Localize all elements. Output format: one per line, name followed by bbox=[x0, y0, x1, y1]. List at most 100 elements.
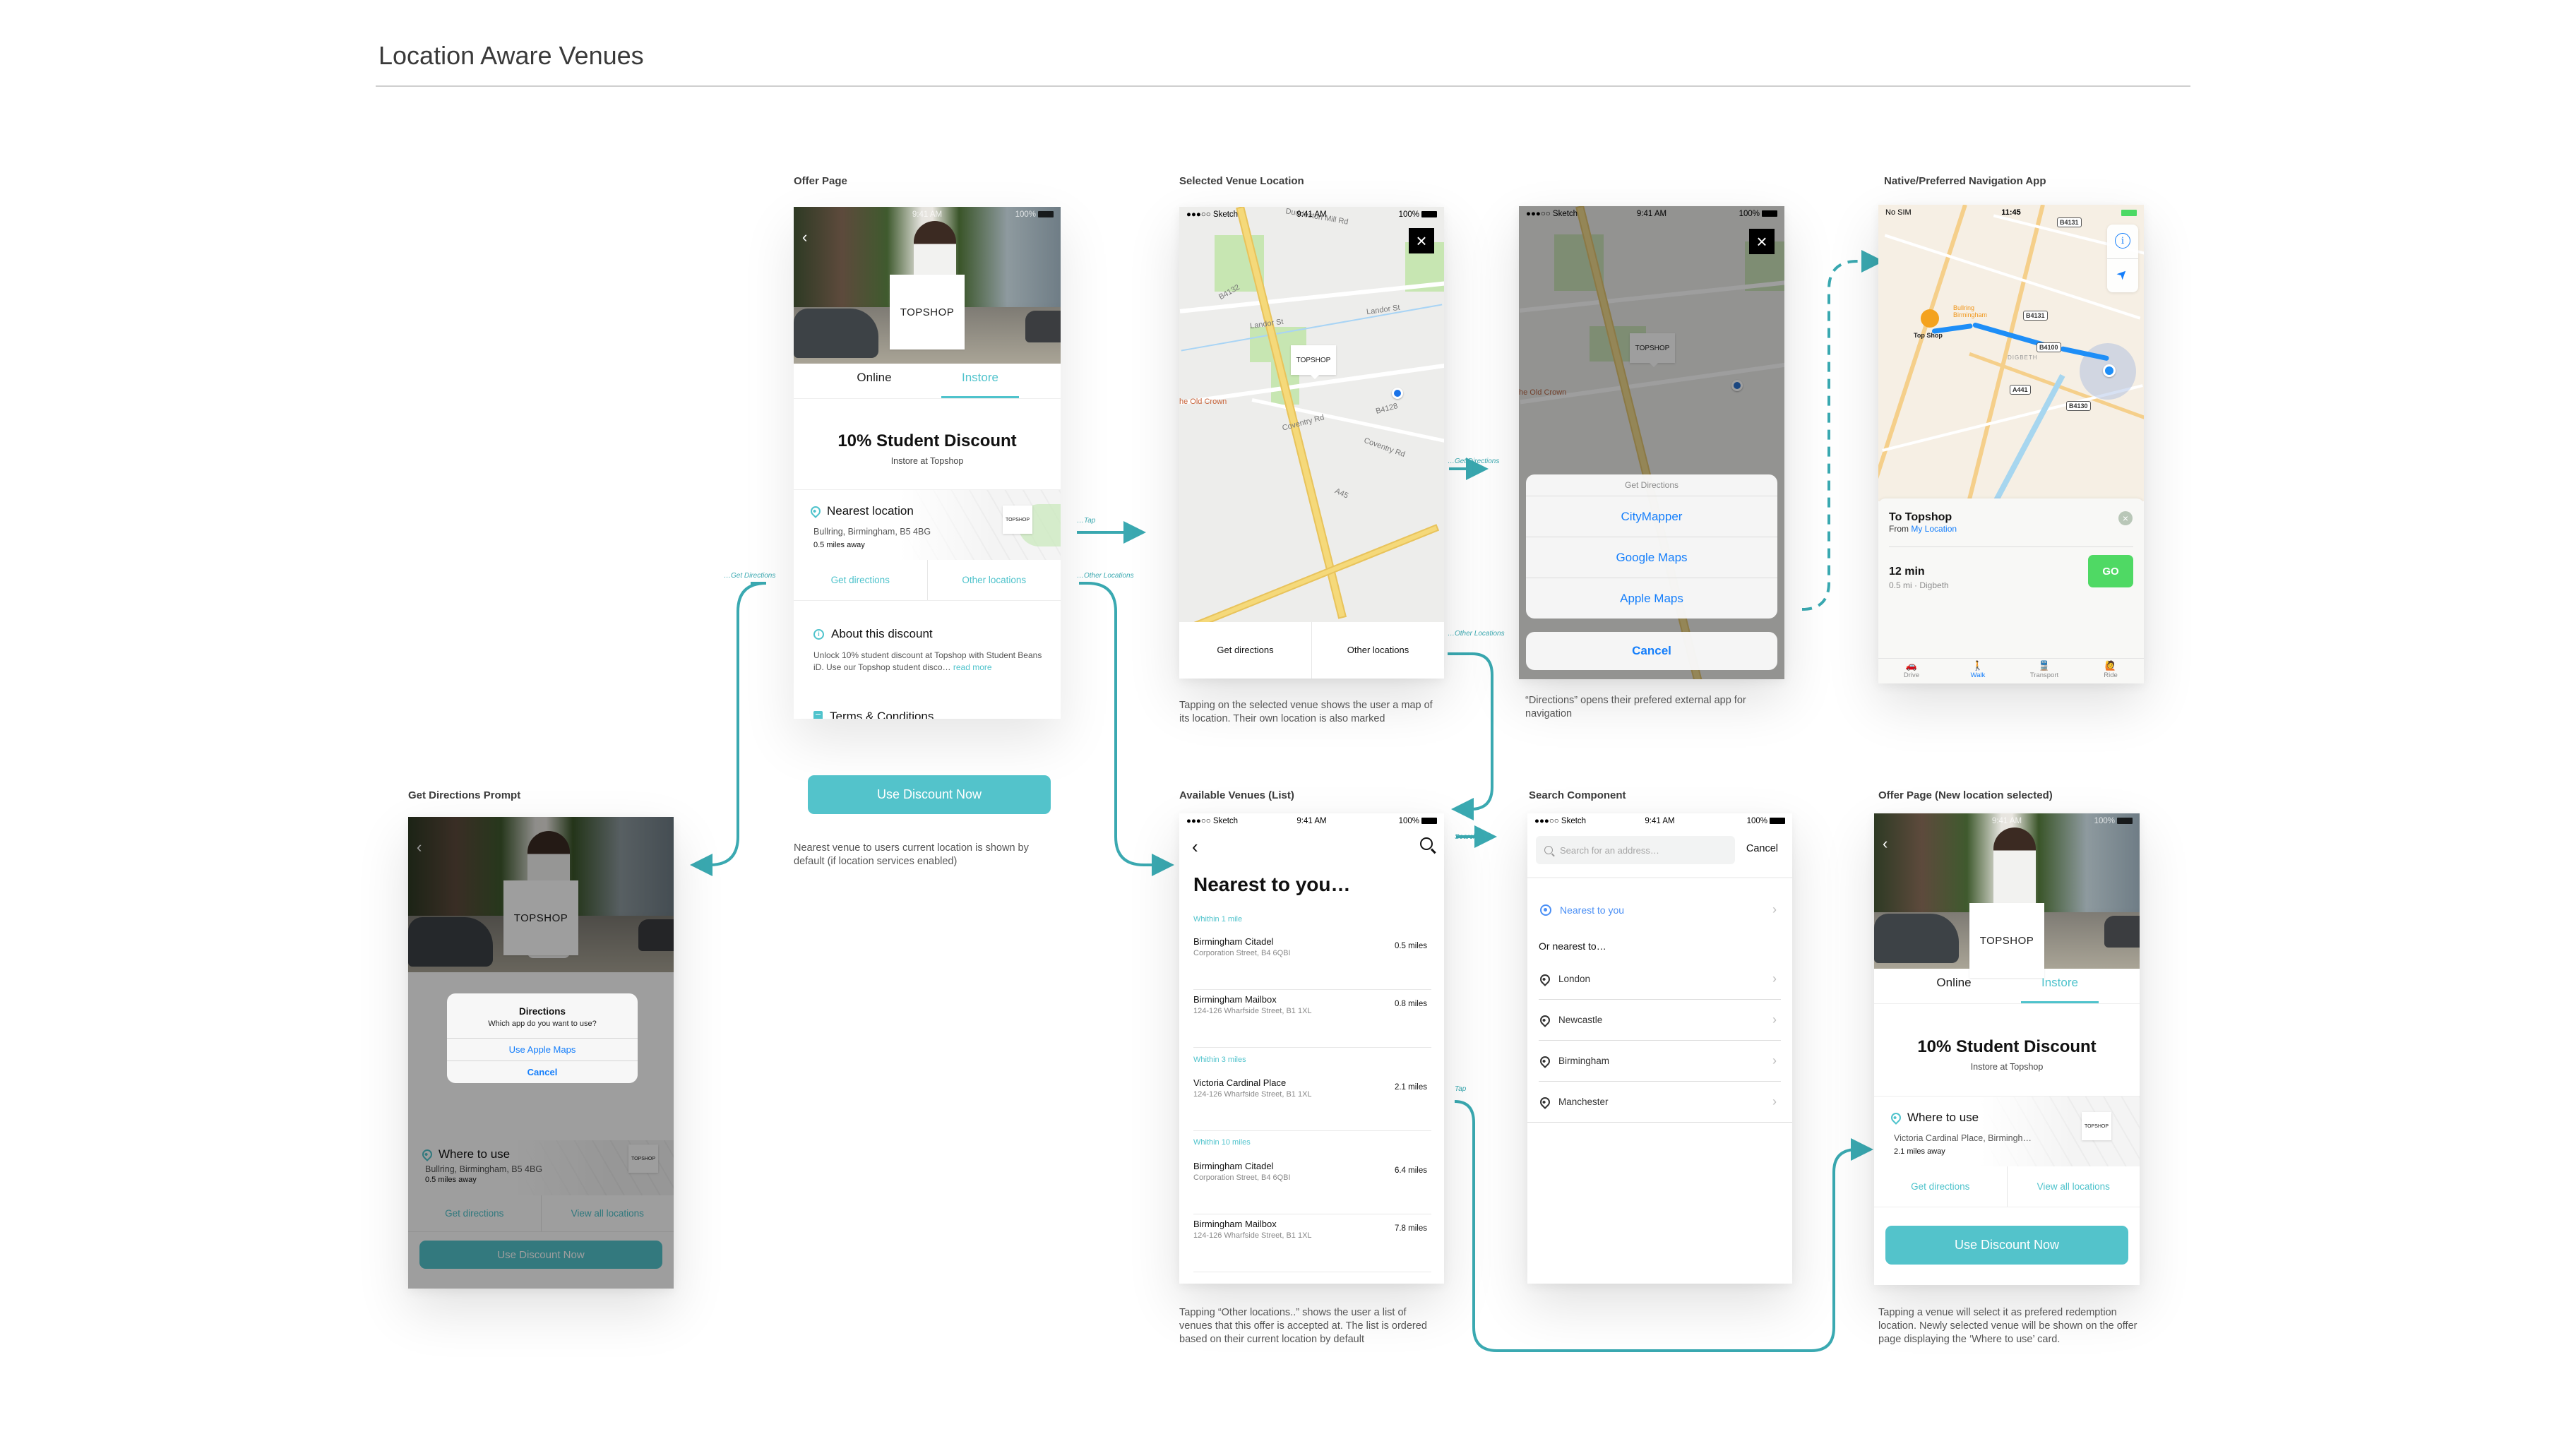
group-label: Whithin 1 mile bbox=[1193, 915, 1243, 924]
option-google-maps[interactable]: Google Maps bbox=[1526, 537, 1777, 578]
venue-row[interactable]: Birmingham Citadel Corporation Street, B4… bbox=[1193, 932, 1431, 990]
search-icon[interactable] bbox=[1420, 837, 1433, 850]
apple-map[interactable]: Top Shop Bullring Birmingham DIGBETH B41… bbox=[1878, 205, 2144, 501]
route-distance: 0.5 mi · Digbeth bbox=[1889, 580, 1949, 590]
offer-page-new-caption: Tapping a venue will select it as prefer… bbox=[1878, 1307, 2137, 1345]
status-bar: ●●●○○ Sketch 9:41 AM 100% bbox=[1179, 813, 1444, 829]
mode-drive[interactable]: 🚗 Drive bbox=[1878, 659, 1945, 683]
status-bar: 9:41 AM 100% bbox=[794, 207, 1061, 222]
action-sheet-cancel-button[interactable]: Cancel bbox=[1526, 632, 1777, 670]
directions-prompt-screen: ‹ TOPSHOP Where to use Bullring, Birming… bbox=[408, 817, 674, 1289]
use-apple-maps-button[interactable]: Use Apple Maps bbox=[447, 1038, 638, 1060]
city-option[interactable]: Manchester › bbox=[1527, 1082, 1792, 1123]
option-apple-maps[interactable]: Apple Maps bbox=[1526, 578, 1777, 619]
map-poi-label: Bullring Birmingham bbox=[1953, 304, 1988, 318]
city-option[interactable]: Newcastle › bbox=[1538, 1000, 1781, 1041]
get-directions-link[interactable]: Get directions bbox=[1874, 1166, 2007, 1207]
flow-label-other-locations: …Other Locations bbox=[1077, 572, 1134, 580]
terms-section: Terms & Conditions Full terms & conditio… bbox=[813, 710, 1044, 719]
about-discount-section: i About this discount Unlock 10% student … bbox=[813, 627, 1044, 674]
flow-arrow-sheet-other-locations bbox=[1448, 652, 1493, 820]
group-label: Whithin 3 miles bbox=[1193, 1056, 1246, 1064]
route-origin: From My Location bbox=[1889, 524, 1957, 534]
document-icon bbox=[813, 711, 823, 719]
directions-sheet-caption: “Directions” opens their prefered extern… bbox=[1525, 695, 1746, 719]
tab-online[interactable]: Online bbox=[1915, 972, 1993, 1003]
venue-row[interactable]: Birmingham Mailbox 124-126 Wharfside Stre… bbox=[1193, 1214, 1431, 1272]
search-cancel-button[interactable]: Cancel bbox=[1746, 843, 1778, 854]
venue-map-marker[interactable]: TOPSHOP bbox=[1291, 345, 1336, 379]
or-nearest-label: Or nearest to… bbox=[1539, 940, 1606, 952]
close-icon[interactable]: × bbox=[1409, 228, 1434, 253]
venue-row[interactable]: Victoria Cardinal Place 124-126 Wharfside… bbox=[1193, 1073, 1431, 1131]
section-label-offer-page: Offer Page bbox=[794, 175, 847, 187]
venue-list-screen: ●●●○○ Sketch 9:41 AM 100% ‹ Nearest to you… bbox=[1179, 813, 1444, 1284]
location-distance: 2.1 miles away bbox=[1894, 1147, 1945, 1156]
offer-subtitle: Instore at Topshop bbox=[1970, 1062, 2044, 1072]
back-chevron-icon[interactable]: ‹ bbox=[802, 228, 807, 246]
close-route-icon[interactable]: × bbox=[2118, 511, 2133, 525]
native-nav-screen: Top Shop Bullring Birmingham DIGBETH B41… bbox=[1878, 205, 2144, 683]
other-locations-button[interactable]: Other locations bbox=[1311, 622, 1444, 679]
option-citymapper[interactable]: CityMapper bbox=[1526, 496, 1777, 537]
city-option[interactable]: Birmingham › bbox=[1538, 1041, 1781, 1082]
mode-ride[interactable]: 🙋 Ride bbox=[2077, 659, 2144, 683]
offer-page-caption: Nearest venue to users current location … bbox=[794, 842, 1029, 867]
directions-alert: Directions Which app do you want to use?… bbox=[447, 993, 638, 1083]
map-venue-marker[interactable]: TOPSHOP bbox=[1003, 506, 1032, 534]
info-icon[interactable]: i bbox=[2115, 233, 2130, 249]
nearest-to-you-option[interactable]: Nearest to you › bbox=[1540, 902, 1777, 917]
tab-online[interactable]: Online bbox=[835, 366, 913, 398]
use-discount-button[interactable]: Use Discount Now bbox=[1885, 1226, 2128, 1265]
status-bar: 9:41 AM 100% bbox=[1874, 813, 2140, 829]
search-placeholder: Search for an address… bbox=[1560, 844, 1659, 856]
alert-cancel-button[interactable]: Cancel bbox=[447, 1060, 638, 1083]
venue-row[interactable]: Birmingham Mailbox 124-126 Wharfside Stre… bbox=[1193, 990, 1431, 1048]
address-search-input[interactable]: Search for an address… bbox=[1536, 836, 1735, 864]
chevron-right-icon: › bbox=[1772, 902, 1777, 916]
location-arrow-icon[interactable]: ➤ bbox=[2113, 265, 2132, 284]
action-sheet-cancel-group: Cancel bbox=[1526, 632, 1777, 670]
other-locations-link[interactable]: Other locations bbox=[926, 560, 1061, 600]
road-shield: A441 bbox=[2010, 385, 2031, 395]
tab-instore[interactable]: Instore bbox=[2021, 972, 2099, 1003]
read-more-link[interactable]: read more bbox=[953, 662, 992, 672]
mode-transport[interactable]: 🚆 Transport bbox=[2011, 659, 2077, 683]
location-address: Victoria Cardinal Place, Birmingh… bbox=[1894, 1133, 2032, 1143]
alert-message: Which app do you want to use? bbox=[488, 1020, 597, 1028]
offer-subtitle: Instore at Topshop bbox=[890, 456, 964, 466]
nearest-location-card[interactable]: Nearest location Bullring, Birmingham, B… bbox=[794, 489, 1061, 560]
section-label-directions-prompt: Get Directions Prompt bbox=[408, 789, 521, 801]
view-all-locations-link[interactable]: View all locations bbox=[2006, 1166, 2140, 1207]
map-venue-marker[interactable]: TOPSHOP bbox=[2082, 1112, 2111, 1140]
flow-label-sheet-get-directions: …Get Directions bbox=[1448, 458, 1500, 465]
back-chevron-icon[interactable]: ‹ bbox=[1883, 835, 1888, 853]
mode-walk[interactable]: 🚶 Walk bbox=[1945, 659, 2011, 683]
offer-page-new-screen: ‹ 9:41 AM 100% TOPSHOP Online Instore 10%… bbox=[1874, 813, 2140, 1285]
location-address: Bullring, Birmingham, B5 4BG bbox=[813, 527, 931, 537]
location-pin-icon bbox=[1538, 1053, 1552, 1068]
go-button[interactable]: GO bbox=[2088, 555, 2133, 587]
close-icon[interactable]: × bbox=[1749, 229, 1775, 254]
use-discount-button[interactable]: Use Discount Now bbox=[808, 775, 1051, 814]
my-location-link[interactable]: My Location bbox=[1911, 524, 1957, 534]
back-chevron-icon[interactable]: ‹ bbox=[1192, 836, 1198, 858]
brand-logo-tile: TOPSHOP bbox=[890, 275, 965, 349]
search-icon bbox=[1544, 846, 1553, 854]
chevron-right-icon: › bbox=[1772, 1012, 1777, 1027]
venue-row[interactable]: Birmingham Citadel Corporation Street, B4… bbox=[1193, 1157, 1431, 1214]
status-bar: ●●●○○ Sketch 9:41 AM 100% bbox=[1179, 207, 1444, 222]
section-label-search: Search Component bbox=[1529, 789, 1626, 801]
venue-map[interactable]: Duddeston Mill Rd Landor St Landor St B4… bbox=[1179, 207, 1444, 622]
section-label-offer-page-new: Offer Page (New location selected) bbox=[1878, 789, 2053, 801]
tab-instore[interactable]: Instore bbox=[941, 366, 1019, 398]
where-to-use-card[interactable]: Where to use Victoria Cardinal Place, Bi… bbox=[1874, 1096, 2140, 1166]
terms-title: Terms & Conditions bbox=[830, 710, 934, 719]
city-option[interactable]: London › bbox=[1538, 959, 1781, 1000]
flow-label-search: Search bbox=[1455, 833, 1477, 841]
get-directions-link[interactable]: Get directions bbox=[794, 560, 927, 600]
about-title: About this discount bbox=[831, 627, 933, 640]
flow-label-tap: …Tap bbox=[1077, 517, 1096, 525]
destination-pin-icon[interactable] bbox=[1921, 309, 1939, 328]
get-directions-button[interactable]: Get directions bbox=[1179, 622, 1311, 679]
